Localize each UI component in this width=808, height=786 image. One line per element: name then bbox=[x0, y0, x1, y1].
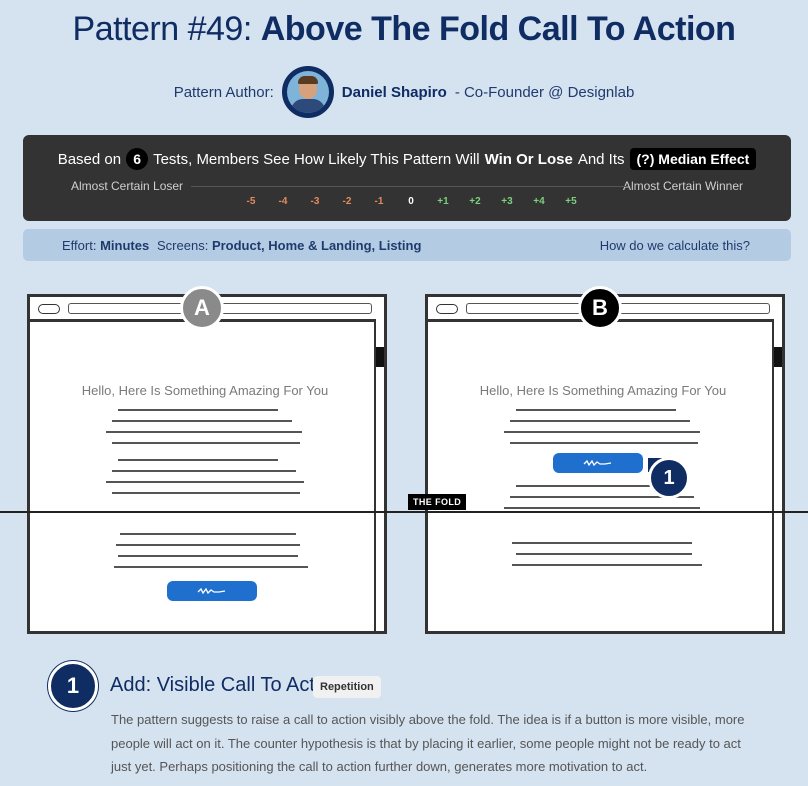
browser-controls-icon bbox=[436, 304, 458, 314]
page-title: Pattern #49: Above The Fold Call To Acti… bbox=[0, 10, 808, 49]
scroll-thumb bbox=[774, 347, 782, 367]
text-line bbox=[112, 420, 292, 422]
text-line bbox=[120, 533, 296, 535]
effort: Effort: Minutes bbox=[62, 238, 149, 253]
author-row: Pattern Author: Daniel Shapiro - Co-Foun… bbox=[0, 66, 808, 118]
author-role: - Co-Founder @ Designlab bbox=[454, 83, 635, 101]
avatar[interactable] bbox=[281, 66, 334, 118]
scale-line bbox=[191, 186, 627, 187]
text-line bbox=[516, 409, 676, 411]
scrollbar bbox=[374, 319, 384, 631]
change-title: Add: Visible Call To Action bbox=[110, 674, 342, 696]
win-lose-text: Win Or Lose bbox=[484, 150, 573, 168]
text-line bbox=[112, 442, 300, 444]
scale-tick: -2 bbox=[342, 196, 352, 207]
scale-tick: +1 bbox=[437, 196, 449, 207]
text-line bbox=[510, 420, 690, 422]
variant-b-mockup: Hello, Here Is Something Amazing For You bbox=[425, 294, 785, 634]
cta-button-mock bbox=[553, 453, 643, 473]
variant-a-mockup: Hello, Here Is Something Amazing For You bbox=[27, 294, 387, 634]
median-effect-button[interactable]: (?) Median Effect bbox=[629, 148, 757, 170]
variant-a-badge: A bbox=[180, 286, 224, 330]
text-line bbox=[106, 481, 304, 483]
text-line bbox=[112, 470, 296, 472]
screens-label: Screens: bbox=[157, 238, 209, 253]
scribble-icon bbox=[583, 459, 612, 467]
scribble-icon bbox=[197, 587, 226, 595]
text-line bbox=[504, 431, 700, 433]
effort-label: Effort: bbox=[62, 238, 97, 253]
pattern-number: Pattern #49: bbox=[72, 10, 253, 48]
text-line bbox=[116, 544, 300, 546]
change-marker[interactable]: 1 bbox=[648, 457, 690, 499]
scale-tick: -3 bbox=[310, 196, 320, 207]
variant-b-badge: B bbox=[578, 286, 622, 330]
scale-tick: +3 bbox=[501, 196, 513, 207]
scale-tick: +5 bbox=[565, 196, 577, 207]
author-label: Pattern Author: bbox=[173, 83, 274, 101]
author-name[interactable]: Daniel Shapiro bbox=[342, 84, 447, 101]
fold-line bbox=[0, 511, 808, 513]
tests-count-badge: 6 bbox=[126, 148, 149, 170]
fold-label: THE FOLD bbox=[408, 494, 467, 510]
text-line bbox=[106, 431, 302, 433]
mockup-heading: Hello, Here Is Something Amazing For You bbox=[81, 383, 329, 398]
screens: Screens: Product, Home & Landing, Listin… bbox=[157, 238, 421, 253]
scale-ticks: -5 -4 -3 -2 -1 0 +1 +2 +3 +4 +5 bbox=[235, 196, 587, 207]
scale-left-label: Almost Certain Loser bbox=[71, 179, 184, 193]
likelihood-headline: Based on 6 Tests, Members See How Likely… bbox=[23, 148, 791, 170]
change-description: The pattern suggests to raise a call to … bbox=[111, 712, 745, 774]
text-line bbox=[118, 555, 298, 557]
scale-tick: 0 bbox=[408, 196, 414, 207]
cta-button-mock bbox=[167, 581, 257, 601]
likelihood-panel: Based on 6 Tests, Members See How Likely… bbox=[23, 135, 791, 221]
scale-tick: +4 bbox=[533, 196, 545, 207]
and-its-text: And Its bbox=[577, 150, 625, 168]
scale-tick: -4 bbox=[278, 196, 288, 207]
text-line bbox=[516, 553, 692, 555]
mockup-heading: Hello, Here Is Something Amazing For You bbox=[479, 383, 727, 398]
text-line bbox=[512, 542, 692, 544]
text-line bbox=[114, 566, 308, 568]
screens-value: Product, Home & Landing, Listing bbox=[211, 238, 422, 253]
effort-value: Minutes bbox=[100, 238, 150, 253]
scrollbar bbox=[772, 319, 782, 631]
scale-tick: -1 bbox=[374, 196, 384, 207]
text-line bbox=[504, 507, 700, 509]
info-bar: Effort: Minutes Screens: Product, Home &… bbox=[23, 229, 791, 261]
change-number-badge: 1 bbox=[48, 661, 98, 711]
text-line bbox=[118, 409, 278, 411]
scale-right-label: Almost Certain Winner bbox=[622, 179, 743, 193]
scale-tick: -5 bbox=[246, 196, 256, 207]
text-line bbox=[118, 459, 278, 461]
scroll-thumb bbox=[376, 347, 384, 367]
text-line bbox=[510, 442, 698, 444]
tests-text: Tests, Members See How Likely This Patte… bbox=[153, 150, 480, 168]
pattern-name: Above The Fold Call To Action bbox=[260, 10, 736, 48]
change-tag[interactable]: Repetition bbox=[313, 676, 381, 698]
how-calculate-link[interactable]: How do we calculate this? bbox=[600, 238, 750, 253]
text-line bbox=[512, 564, 702, 566]
based-on-text: Based on bbox=[57, 150, 122, 168]
browser-controls-icon bbox=[38, 304, 60, 314]
scale-tick: +2 bbox=[469, 196, 481, 207]
text-line bbox=[112, 492, 300, 494]
